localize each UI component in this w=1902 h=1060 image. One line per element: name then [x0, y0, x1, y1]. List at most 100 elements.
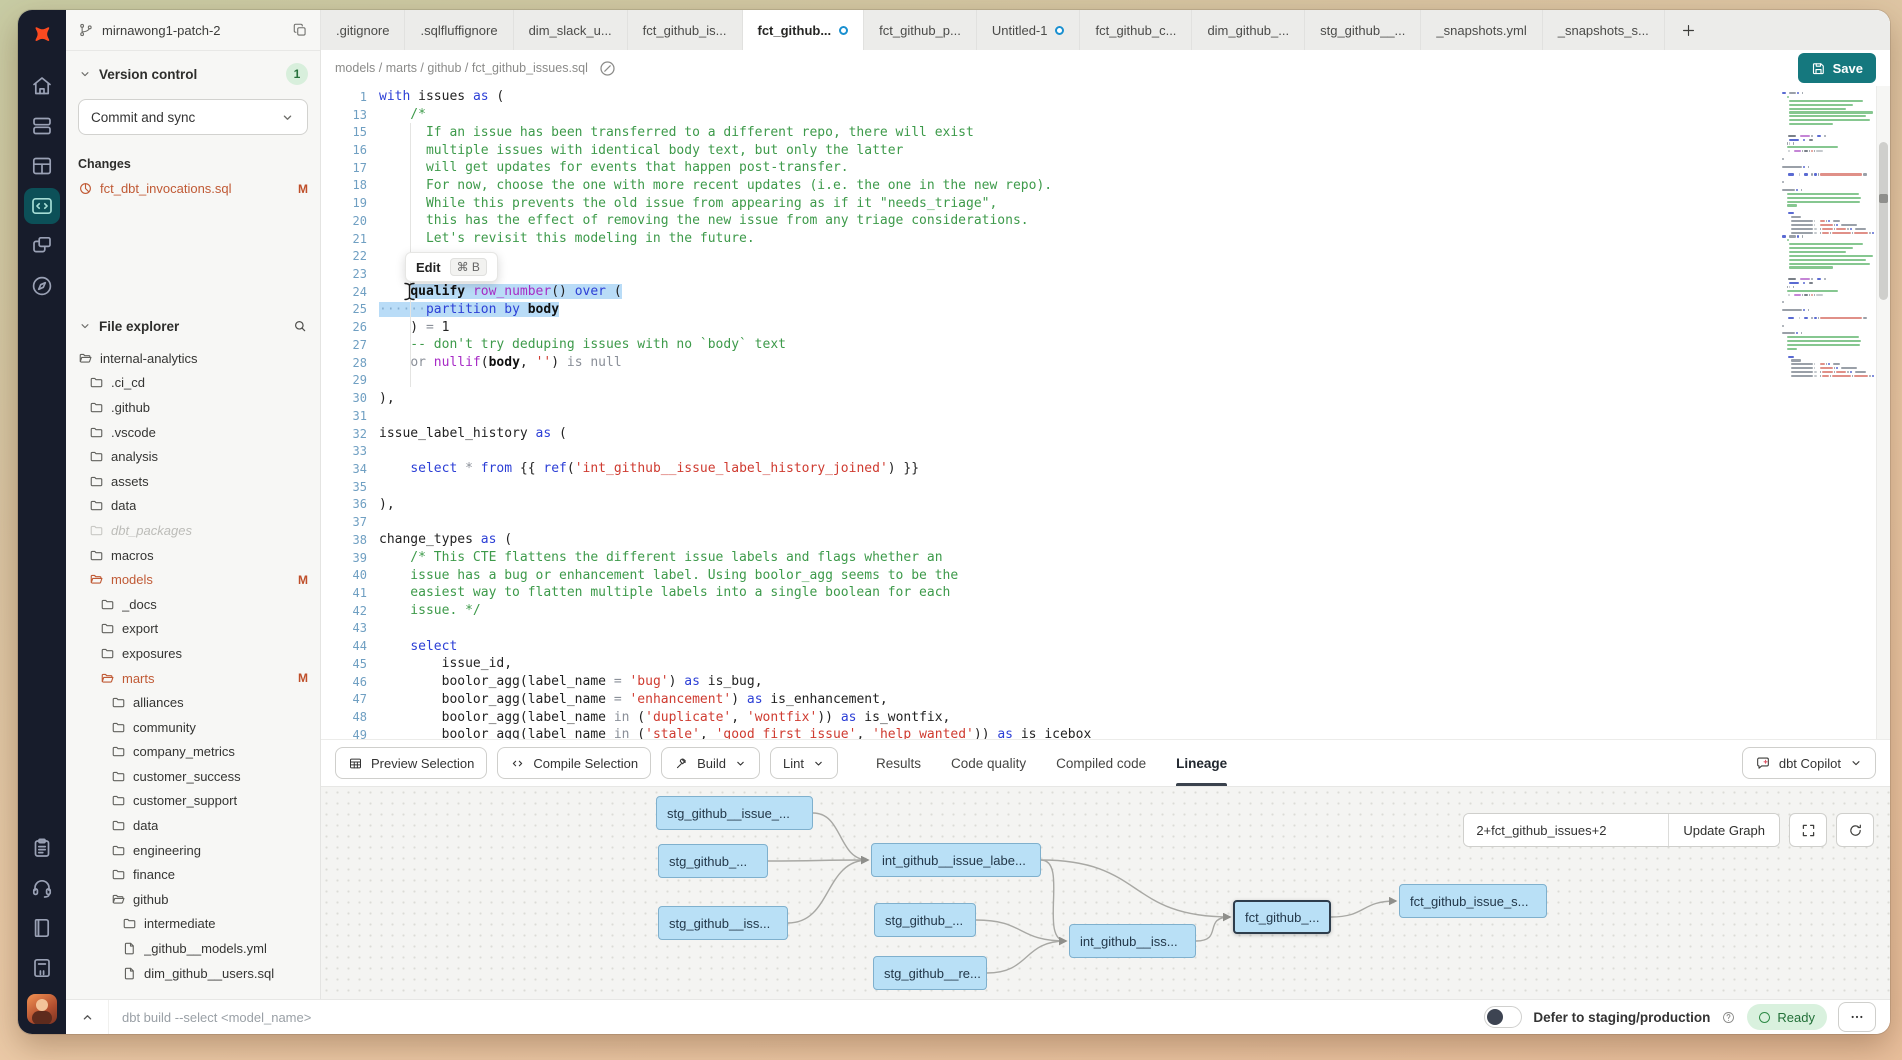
- tree-item-finance[interactable]: finance: [66, 862, 320, 887]
- file-explorer-header[interactable]: File explorer: [66, 318, 320, 334]
- search-icon[interactable]: [292, 318, 308, 334]
- dbt-copilot-button[interactable]: dbt Copilot: [1742, 747, 1876, 779]
- code-line[interactable]: 32issue_label_history as (: [321, 425, 1890, 443]
- tree-item-internal-analytics[interactable]: internal-analytics: [66, 346, 320, 371]
- tab-_snapshots_s[interactable]: _snapshots_s...: [1543, 10, 1665, 50]
- code-line[interactable]: 38change_types as (: [321, 531, 1890, 549]
- tree-item-data[interactable]: data: [66, 494, 320, 519]
- defer-toggle[interactable]: [1484, 1006, 1522, 1028]
- code-line[interactable]: 36),: [321, 496, 1890, 514]
- tree-item-assets[interactable]: assets: [66, 469, 320, 494]
- tree-item-dbt_packages[interactable]: dbt_packages: [66, 518, 320, 543]
- code-line[interactable]: 27 -- don't try deduping issues with no …: [321, 336, 1890, 354]
- code-line[interactable]: 19 While this prevents the old issue fro…: [321, 194, 1890, 212]
- copy-icon[interactable]: [292, 22, 308, 38]
- tree-item-exposures[interactable]: exposures: [66, 641, 320, 666]
- code-line[interactable]: 25······partition by body: [321, 301, 1890, 319]
- changed-file-row[interactable]: fct_dbt_invocations.sql M: [78, 181, 308, 196]
- tab-fct_github_is[interactable]: fct_github_is...: [628, 10, 743, 50]
- save-button[interactable]: Save: [1798, 53, 1876, 83]
- code-line[interactable]: 1with issues as (: [321, 88, 1890, 106]
- more-options-button[interactable]: [1838, 1002, 1876, 1032]
- code-line[interactable]: 39 /* This CTE flattens the different is…: [321, 549, 1890, 567]
- code-line[interactable]: 26 ) = 1: [321, 318, 1890, 336]
- code-line[interactable]: 29: [321, 372, 1890, 390]
- tab-fct_github[interactable]: fct_github...: [743, 10, 865, 50]
- lineage-node-fct_github_[interactable]: fct_github_...: [1233, 900, 1331, 934]
- tree-item-.github[interactable]: .github: [66, 395, 320, 420]
- code-line[interactable]: 20 this has the effect of removing the n…: [321, 212, 1890, 230]
- tab-gitignore[interactable]: .gitignore: [321, 10, 405, 50]
- code-line[interactable]: 17 will get updates for events that happ…: [321, 159, 1890, 177]
- code-line[interactable]: 40 issue has a bug or enhancement label.…: [321, 566, 1890, 584]
- tab-dim_github_[interactable]: dim_github_...: [1192, 10, 1305, 50]
- user-avatar[interactable]: [27, 994, 57, 1024]
- help-icon[interactable]: [1721, 1010, 1736, 1025]
- lineage-node-stg_github__iss[interactable]: stg_github__iss...: [658, 906, 788, 940]
- code-line[interactable]: 28 or nullif(body, '') is null: [321, 354, 1890, 372]
- lineage-node-stg_github_[interactable]: stg_github_...: [874, 903, 976, 937]
- results-tab-code-quality[interactable]: Code quality: [951, 740, 1026, 786]
- tree-item-customer_success[interactable]: customer_success: [66, 764, 320, 789]
- tab-fct_github_p[interactable]: fct_github_p...: [864, 10, 977, 50]
- tree-item-models[interactable]: modelsM: [66, 567, 320, 592]
- tree-item-community[interactable]: community: [66, 715, 320, 740]
- nav-changelog[interactable]: [24, 950, 60, 986]
- tab-fct_github_c[interactable]: fct_github_c...: [1080, 10, 1192, 50]
- nav-support[interactable]: [24, 870, 60, 906]
- tree-item-customer_support[interactable]: customer_support: [66, 789, 320, 814]
- code-line[interactable]: 33: [321, 442, 1890, 460]
- nav-docs[interactable]: [24, 910, 60, 946]
- code-line[interactable]: 18 For now, choose the one with more rec…: [321, 177, 1890, 195]
- tab-_snapshotsyml[interactable]: _snapshots.yml: [1421, 10, 1542, 50]
- dbt-command-input[interactable]: [120, 1009, 1473, 1026]
- tree-item-_docs[interactable]: _docs: [66, 592, 320, 617]
- code-line[interactable]: 43: [321, 620, 1890, 638]
- tree-item-company_metrics[interactable]: company_metrics: [66, 740, 320, 765]
- tab-Untitled-1[interactable]: Untitled-1: [977, 10, 1081, 50]
- lineage-node-fct_github_issue_s[interactable]: fct_github_issue_s...: [1399, 884, 1547, 918]
- tree-item-alliances[interactable]: alliances: [66, 690, 320, 715]
- tree-item-marts[interactable]: martsM: [66, 666, 320, 691]
- code-line[interactable]: 41 easiest way to flatten multiple label…: [321, 584, 1890, 602]
- nav-projects[interactable]: [24, 228, 60, 264]
- nav-environments[interactable]: [24, 108, 60, 144]
- tree-item-.vscode[interactable]: .vscode: [66, 420, 320, 445]
- code-line[interactable]: 30),: [321, 389, 1890, 407]
- code-line[interactable]: 22: [321, 247, 1890, 265]
- code-line[interactable]: 24 qualify row_number() over (: [321, 283, 1890, 301]
- tree-item-engineering[interactable]: engineering: [66, 838, 320, 863]
- tree-item-github[interactable]: github: [66, 887, 320, 912]
- lint-button[interactable]: Lint: [770, 747, 838, 779]
- edit-tooltip[interactable]: Edit ⌘ B: [405, 252, 498, 282]
- dbt-logo[interactable]: [26, 20, 58, 52]
- fullscreen-button[interactable]: [1789, 813, 1827, 847]
- lineage-node-int_github__iss[interactable]: int_github__iss...: [1069, 924, 1196, 958]
- code-line[interactable]: 42 issue. */: [321, 602, 1890, 620]
- tree-item-_github__models.yml[interactable]: _github__models.yml: [66, 936, 320, 961]
- nav-explore[interactable]: [24, 268, 60, 304]
- code-line[interactable]: 13 /*: [321, 106, 1890, 124]
- file-docs-icon[interactable]: [598, 59, 617, 78]
- lineage-node-stg_github__issue_[interactable]: stg_github__issue_...: [656, 796, 813, 830]
- tree-item-export[interactable]: export: [66, 617, 320, 642]
- lineage-node-int_github__issue_labe[interactable]: int_github__issue_labe...: [871, 843, 1041, 877]
- lineage-node-stg_github__re[interactable]: stg_github__re...: [873, 956, 987, 990]
- code-line[interactable]: 34 select * from {{ ref('int_github__iss…: [321, 460, 1890, 478]
- results-tab-lineage[interactable]: Lineage: [1176, 740, 1227, 786]
- tree-item-intermediate[interactable]: intermediate: [66, 912, 320, 937]
- refresh-graph-button[interactable]: [1836, 813, 1874, 847]
- tab-dim_slack_u[interactable]: dim_slack_u...: [514, 10, 628, 50]
- code-line[interactable]: 49 boolor_agg(label_name in ('stale', 'g…: [321, 726, 1890, 739]
- lineage-node-stg_github_[interactable]: stg_github_...: [658, 844, 768, 878]
- code-line[interactable]: 37: [321, 513, 1890, 531]
- branch-row[interactable]: mirnawong1-patch-2: [66, 10, 320, 51]
- nav-develop[interactable]: [24, 188, 60, 224]
- code-line[interactable]: 16 multiple issues with identical body t…: [321, 141, 1890, 159]
- results-tab-compiled-code[interactable]: Compiled code: [1056, 740, 1146, 786]
- compile-selection-button[interactable]: Compile Selection: [497, 747, 651, 779]
- preview-selection-button[interactable]: Preview Selection: [335, 747, 487, 779]
- graph-selector-input[interactable]: [1464, 814, 1668, 846]
- code-editor[interactable]: 1with issues as (13 /*15 If an issue has…: [321, 86, 1890, 739]
- tab-sqlfluffignore[interactable]: .sqlfluffignore: [405, 10, 513, 50]
